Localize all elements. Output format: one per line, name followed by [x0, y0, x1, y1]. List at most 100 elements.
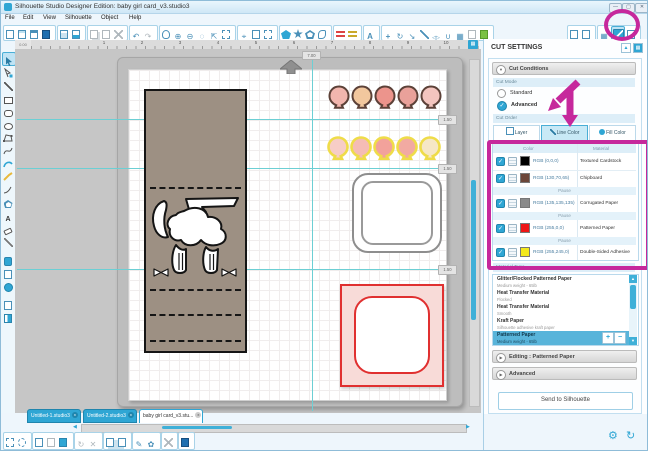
stamp-icon[interactable] — [466, 26, 478, 39]
balloon-shape[interactable] — [397, 85, 419, 112]
refresh-icon[interactable]: ↻ — [626, 429, 635, 442]
document-tools-icon[interactable] — [625, 26, 637, 39]
shape-star-icon[interactable] — [292, 26, 304, 39]
cut-icon[interactable] — [112, 26, 124, 39]
balloon-shape[interactable] — [327, 136, 349, 163]
shape-pentagon-icon[interactable] — [280, 26, 292, 39]
select-duplicate-icon[interactable] — [57, 434, 69, 447]
scrollbar-thumb[interactable] — [471, 180, 476, 320]
fill-style-icon[interactable] — [346, 26, 358, 39]
card-shape[interactable] — [144, 89, 247, 353]
menu-view[interactable]: View — [43, 15, 56, 21]
color-row-yellow[interactable]: ✓ RGB (255,245,0) Double-Sided Adhesive — [493, 245, 636, 260]
balloon-shape[interactable] — [350, 136, 372, 163]
polygon-tool[interactable] — [2, 130, 14, 142]
row-checkbox[interactable]: ✓ — [496, 157, 505, 166]
color-row-black[interactable]: ✓ RGB (0,0,0) Textured Cardstock — [493, 153, 636, 171]
transform-icon[interactable]: ↻ — [75, 434, 87, 449]
cut-toggle-icon[interactable] — [508, 157, 517, 166]
knife-tool[interactable] — [2, 234, 14, 247]
standard-label[interactable]: Standard — [510, 90, 532, 96]
move-icon[interactable]: + — [382, 26, 394, 41]
design-view-icon[interactable] — [2, 297, 14, 310]
color-row-gray[interactable]: ✓ RGB (135,135,135) Corrugated Paper — [493, 195, 636, 213]
store-panel-icon[interactable] — [2, 279, 14, 292]
rounded-rectangle-tool[interactable] — [2, 104, 14, 117]
standard-radio[interactable] — [497, 89, 506, 98]
doc-tab-3-active[interactable]: baby girl card_v3.stu... x — [139, 409, 203, 423]
settings-gear-icon[interactable]: ⚙ — [608, 429, 618, 442]
zoom-selection-icon[interactable]: ◌ — [196, 26, 208, 41]
graph-icon[interactable] — [162, 434, 174, 447]
menu-object[interactable]: Object — [101, 15, 118, 21]
collapse-panel-icon[interactable]: ▲ — [621, 43, 631, 53]
editing-section-header[interactable]: ▶ Editing : Patterned Paper — [492, 350, 637, 363]
tab-line-color[interactable]: Line Color — [541, 125, 588, 141]
save-library-icon[interactable] — [40, 26, 52, 39]
mat-panel-icon[interactable] — [580, 26, 592, 39]
shear-icon[interactable] — [418, 26, 430, 39]
copy-icon[interactable] — [88, 26, 100, 39]
advanced-section-header[interactable]: ▶ Advanced — [492, 367, 637, 380]
menu-silhouette[interactable]: Silhouette — [65, 15, 92, 21]
split-view-icon[interactable] — [2, 310, 14, 323]
drag-zoom-icon[interactable]: ⇱ — [208, 26, 220, 41]
mirror-icon[interactable]: ◁▷ — [430, 26, 442, 41]
balloon-shape[interactable] — [328, 85, 350, 112]
weld-icon[interactable]: ∪ — [442, 26, 454, 41]
canvas-vertical-scrollbar[interactable] — [469, 59, 480, 407]
trace-icon[interactable]: ▦ — [454, 26, 466, 41]
text-tool-icon[interactable]: A — [364, 26, 376, 41]
material-item[interactable]: Heat Transfer Material Smooth — [493, 303, 629, 317]
scroll-up-icon[interactable]: ▲ — [629, 275, 637, 283]
print-icon[interactable] — [58, 26, 70, 39]
select-tool[interactable] — [2, 52, 16, 66]
grid-panel-icon[interactable]: ▦ — [598, 26, 610, 41]
material-item[interactable]: Heat Transfer Material Flocked — [493, 289, 629, 303]
balloon-shape[interactable] — [351, 85, 373, 112]
row-checkbox[interactable]: ✓ — [496, 224, 505, 233]
advanced-label[interactable]: Advanced — [511, 102, 537, 108]
scroll-left-arrow[interactable]: ◀ — [73, 424, 77, 430]
balloon-shape[interactable] — [419, 136, 441, 163]
rectangle-tool[interactable] — [2, 91, 14, 104]
balloon-shape[interactable] — [374, 85, 396, 112]
rotate-icon[interactable]: ↻ — [394, 26, 406, 41]
undo-icon[interactable]: ↶ — [130, 26, 142, 41]
row-checkbox[interactable]: ✓ — [496, 174, 505, 183]
doc-tab-1[interactable]: Untitled-1.studio3 x — [27, 409, 81, 423]
scroll-right-arrow[interactable]: ▶ — [466, 424, 470, 430]
row-checkbox[interactable]: ✓ — [496, 199, 505, 208]
options-flower-icon[interactable]: ✿ — [145, 434, 157, 449]
zoom-in-icon[interactable]: ⊕ — [172, 26, 184, 41]
drag-select-icon[interactable] — [33, 434, 45, 447]
regular-polygon-tool[interactable] — [2, 195, 14, 208]
cut-toggle-icon[interactable] — [508, 224, 517, 233]
apply-style-icon[interactable]: ✎ — [133, 434, 145, 449]
library-page-icon[interactable] — [179, 434, 191, 447]
design-canvas[interactable]: 7.00 1.50 1.50 1.50 — [15, 49, 481, 413]
tab-layer[interactable]: Layer — [493, 125, 540, 141]
marquee-select-icon[interactable] — [4, 434, 16, 447]
rounded-frame-shape[interactable] — [352, 173, 442, 253]
doc-tab-2[interactable]: Untitled-2.studio3 x — [83, 409, 137, 423]
close-tab-icon[interactable]: x — [195, 412, 202, 418]
fit-page-icon[interactable] — [220, 26, 232, 39]
send-to-silhouette-button[interactable]: Send to Silhouette — [498, 392, 633, 410]
line-style-icon[interactable] — [334, 26, 346, 39]
freehand-tool[interactable] — [2, 169, 14, 181]
pages-panel-icon[interactable] — [2, 266, 14, 279]
open-file-icon[interactable] — [16, 26, 28, 39]
add-material-button[interactable]: + — [602, 332, 614, 344]
pan-icon[interactable] — [160, 26, 172, 39]
scale-icon[interactable]: ↘ — [406, 26, 418, 41]
text-tool[interactable]: A — [2, 208, 14, 223]
cut-toggle-icon[interactable] — [508, 174, 517, 183]
red-frame-shape[interactable] — [340, 284, 444, 387]
panel-options-icon[interactable]: ▦ — [633, 43, 643, 53]
close-tab-icon[interactable]: x — [127, 412, 134, 418]
balloon-shape[interactable] — [373, 136, 395, 163]
menu-help[interactable]: Help — [129, 15, 141, 21]
material-list-scrollbar[interactable]: ▲ ▼ — [629, 275, 637, 345]
cut-toggle-icon[interactable] — [508, 248, 517, 257]
